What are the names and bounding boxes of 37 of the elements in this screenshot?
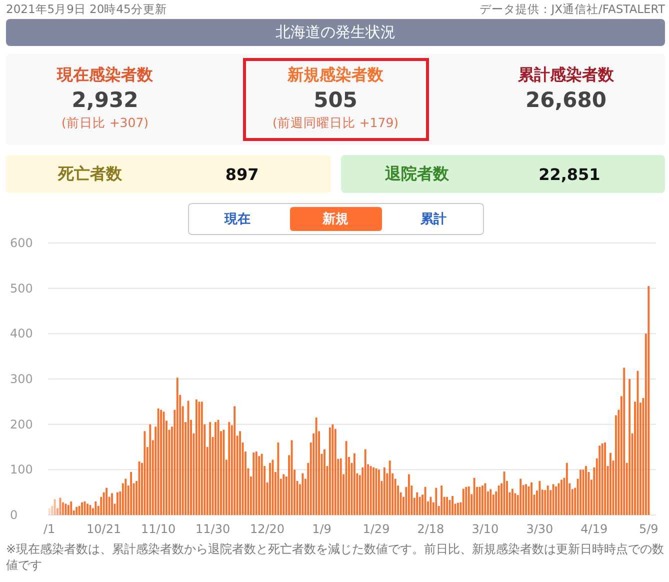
outcome-value: 897	[225, 164, 259, 184]
x-axis-label: 2/18	[417, 522, 444, 536]
x-axis-label: 1/9	[312, 522, 332, 536]
section-title: 北海道の発生状況	[6, 19, 665, 46]
stat-value: 2,932	[72, 88, 138, 112]
stat-value: 26,680	[525, 88, 607, 112]
stat-change: (前週同曜日比 +179)	[272, 115, 399, 132]
outcome-label: 死亡者数	[58, 164, 122, 184]
x-axis-label: 3/30	[526, 522, 554, 536]
stat-label: 現在感染者数	[57, 65, 153, 86]
x-axis-label: 3/10	[472, 522, 499, 536]
x-axis-label: /1	[44, 522, 56, 536]
tab[interactable]: 累計	[388, 207, 480, 231]
stat-value: 505	[314, 88, 358, 112]
y-axis-label: 300	[10, 372, 33, 386]
x-axis-label: 5/9	[638, 522, 658, 536]
data-source: データ提供：JX通信社/FASTALERT	[479, 2, 665, 16]
outcome-label: 退院者数	[385, 164, 450, 184]
update-time: 2021年5月9日 20時45分更新	[6, 2, 167, 16]
y-axis-label: 200	[10, 417, 33, 432]
stat-label: 新規感染者数	[288, 65, 384, 86]
y-axis-label: 400	[10, 326, 33, 341]
y-axis-label: 0	[10, 508, 18, 522]
footnote: ※現在感染者数は、累計感染者数から退院者数と死亡者数を減じた数値です。前日比、新規感染者数は更新日時時点での数値です	[6, 541, 665, 573]
x-axis-label: 11/10	[141, 522, 176, 536]
y-axis-label: 500	[10, 281, 33, 296]
x-axis-label: 10/21	[86, 522, 122, 536]
outcome-value: 22,851	[538, 164, 600, 184]
x-axis-label: 4/19	[580, 522, 608, 536]
y-axis-label: 600	[10, 236, 33, 250]
stat-change: (前日比 +307)	[61, 115, 149, 132]
stat-label: 累計感染者数	[518, 65, 614, 86]
x-axis-label: 12/20	[250, 522, 285, 536]
x-axis-label: 1/29	[362, 522, 390, 536]
y-axis-label: 100	[10, 462, 33, 477]
tab[interactable]: 現在	[192, 207, 284, 231]
x-axis-label: 11/30	[196, 522, 230, 536]
